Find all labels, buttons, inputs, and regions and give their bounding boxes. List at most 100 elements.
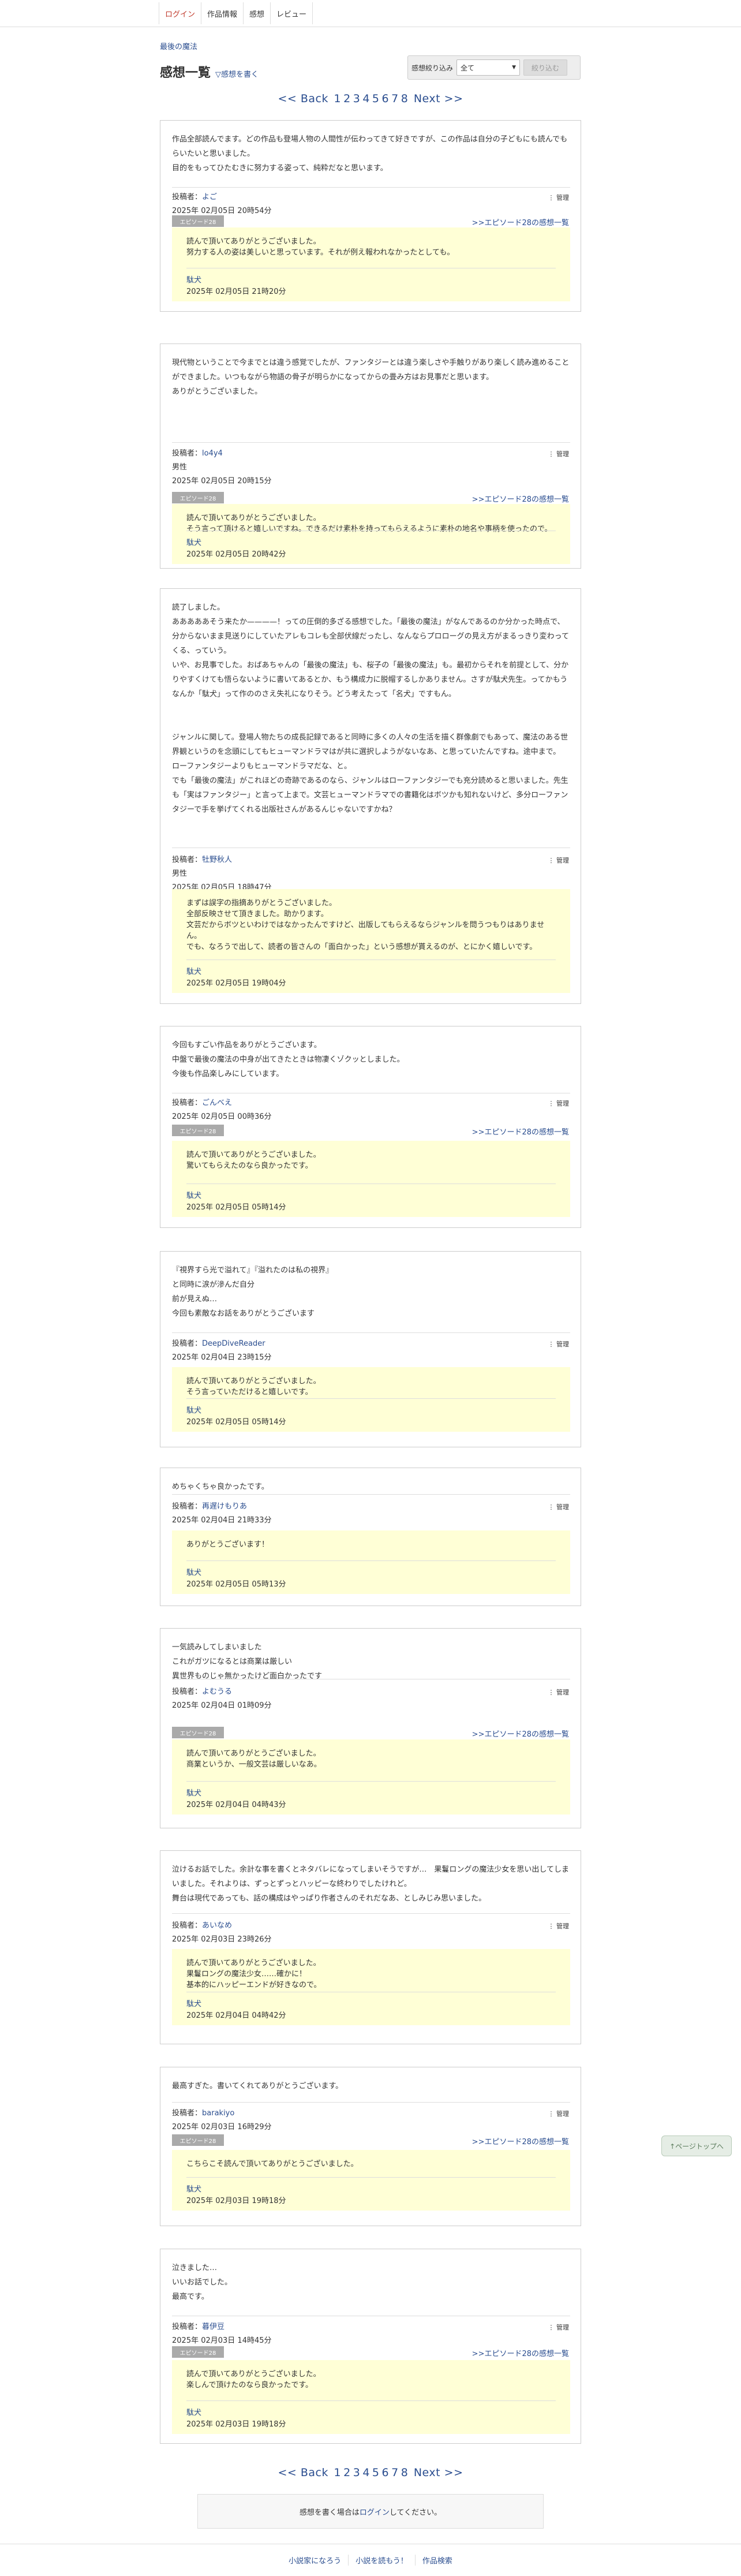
write-impression-link[interactable]: ▽感想を書く [215,68,259,79]
replier-link[interactable]: 駄犬 [186,1189,201,1200]
pager-page-2[interactable]: 2 [343,92,351,105]
nav-reviews[interactable]: レビュー [270,2,313,24]
author-link[interactable]: barakiyo [202,2109,234,2118]
menu-dots-icon: ⋮ [548,1100,555,1107]
author-link[interactable]: DeepDiveReader [202,1339,265,1348]
pager-page-4[interactable]: 4 [362,92,370,105]
author-link[interactable]: ごんべえ [202,1099,232,1107]
pager-next[interactable]: Next >> [414,92,463,105]
author-link[interactable]: よご [202,193,217,201]
manage-link[interactable]: ⋮ 管理 [548,193,570,202]
author-reply: ありがとうございます！ 駄犬 2025年 02月05日 05時13分 [172,1530,570,1594]
impression-card: 『視界すら光で溢れて』『溢れたのは私の視界』 と同時に涙が滲んだ自分 前が見えぬ… [160,1251,581,1447]
author-reply: まずは誤字の指摘ありがとうございました。 全部反映させて頂きました。助かります。… [172,889,570,993]
page-top-button[interactable]: ↑ページトップへ [661,2136,732,2156]
impression-body: 作品全部読んでます。どの作品も登場人物の人間性が伝わってきて好きですが、この作品… [172,135,568,173]
replier-link[interactable]: 駄犬 [186,536,201,547]
impression-card: 泣けるお話でした。余計な事を書くとネタバレになってしまいそうですが… 果鬘ロング… [160,1850,581,2044]
replier-link[interactable]: 駄犬 [186,1998,201,2008]
reply-divider [186,1781,556,1782]
author-link[interactable]: lo4y4 [202,449,223,458]
filter-select[interactable]: 全て ▼ [456,59,521,76]
login-prompt: 感想を書く場合は ログイン してください。 [197,2494,544,2529]
pager-back[interactable]: << Back [278,92,328,105]
impression-body: 現代物ということで今までとは違う感覚でしたが、ファンタジーとは違う楽しさや手触り… [172,359,570,396]
manage-link[interactable]: ⋮ 管理 [548,449,570,458]
pager-page-2[interactable]: 2 [343,2466,351,2479]
replier-link[interactable]: 駄犬 [186,965,201,976]
impression-date: 2025年 02月04日 01時09分 [172,1701,272,1710]
author-reply: こちらこそ読んで頂いてありがとうございました。 駄犬 2025年 02月03日 … [172,2150,570,2211]
replier-link[interactable]: 駄犬 [186,2183,201,2194]
manage-link[interactable]: ⋮ 管理 [548,1339,570,1349]
replier-link[interactable]: 駄犬 [186,2406,201,2417]
author-gender: 男性 [172,463,188,472]
episode-impressions-link[interactable]: >>エピソード28の感想一覧 [472,493,569,504]
author-link[interactable]: 暮伊豆 [202,2323,224,2331]
footer-link-search[interactable]: 作品検索 [414,2555,459,2566]
pager-page-3[interactable]: 3 [353,92,361,105]
manage-link[interactable]: ⋮ 管理 [548,2323,570,2332]
episode-badge: エピソード28 [172,215,224,227]
pager-page-1[interactable]: 1 [334,92,342,105]
manage-link[interactable]: ⋮ 管理 [548,2109,570,2118]
impression-card: めちゃくちゃ良かったです。 投稿者：再遅けもりあ 2025年 02月04日 21… [160,1468,581,1606]
author-link[interactable]: 再遅けもりあ [202,1502,247,1511]
author-gender: 男性 [172,869,188,878]
pager-page-5[interactable]: 5 [372,92,380,105]
episode-impressions-link[interactable]: >>エピソード28の感想一覧 [472,1126,569,1137]
pager-page-1[interactable]: 1 [334,2466,342,2479]
reply-text: ありがとうございます！ [186,1540,270,1549]
footer-link-yomou[interactable]: 小説を読もう！ [348,2555,415,2566]
manage-link[interactable]: ⋮ 管理 [548,1099,570,1108]
filter-button[interactable]: 絞り込む [523,59,568,76]
reply-date: 2025年 02月05日 19時04分 [186,979,286,988]
impression-meta: 投稿者：再遅けもりあ 2025年 02月04日 21時33分 [172,1500,272,1528]
replier-link[interactable]: 駄犬 [186,1787,201,1798]
breadcrumb-work-title[interactable]: 最後の魔法 [160,40,197,51]
episode-impressions-link[interactable]: >>エピソード28の感想一覧 [472,2136,569,2146]
pager-page-8[interactable]: 8 [401,92,409,105]
manage-link[interactable]: ⋮ 管理 [548,1688,570,1697]
manage-link[interactable]: ⋮ 管理 [548,1502,570,1511]
reply-date: 2025年 02月05日 05時14分 [186,1418,286,1427]
menu-dots-icon: ⋮ [548,450,555,458]
pager-page-4[interactable]: 4 [362,2466,370,2479]
pager-page-7[interactable]: 7 [391,92,399,105]
replier-link[interactable]: 駄犬 [186,274,201,285]
login-prompt-link[interactable]: ログイン [360,2506,390,2517]
pager-back[interactable]: << Back [278,2466,328,2479]
filter-select-value: 全て [461,64,475,72]
filter-label: 感想絞り込み [411,64,454,72]
episode-impressions-link[interactable]: >>エピソード28の感想一覧 [472,2347,569,2358]
episode-impressions-link[interactable]: >>エピソード28の感想一覧 [472,1728,569,1739]
footer: 小説家になろう 小説を読もう！ 作品検索 [0,2544,741,2576]
episode-badge: エピソード28 [172,2134,224,2146]
pager-page-6[interactable]: 6 [382,92,390,105]
manage-link[interactable]: ⋮ 管理 [548,1921,570,1931]
nav-work-info[interactable]: 作品情報 [201,2,243,24]
author-link[interactable]: よむうる [202,1688,232,1696]
footer-link-syosetu[interactable]: 小説家になろう [282,2555,348,2566]
card-divider [172,1913,570,1914]
pager-page-3[interactable]: 3 [353,2466,361,2479]
pager-page-5[interactable]: 5 [372,2466,380,2479]
author-reply: 読んで頂いてありがとうございました。 そう言って頂けると嬉しいですね。できるだけ… [172,504,570,564]
episode-badge: エピソード28 [172,492,224,503]
manage-link[interactable]: ⋮ 管理 [548,856,570,865]
card-divider [172,187,570,188]
pager-next[interactable]: Next >> [414,2466,463,2479]
author-link[interactable]: あいなめ [202,1921,232,1930]
impression-meta: 投稿者：よむうる 2025年 02月04日 01時09分 [172,1685,272,1713]
author-link[interactable]: 牡野秋人 [202,856,232,864]
nav-login[interactable]: ログイン [159,2,201,24]
nav-impressions[interactable]: 感想 [243,2,270,24]
pager-page-7[interactable]: 7 [391,2466,399,2479]
replier-link[interactable]: 駄犬 [186,1566,201,1577]
episode-impressions-link[interactable]: >>エピソード28の感想一覧 [472,216,569,227]
pager-page-6[interactable]: 6 [382,2466,390,2479]
page-header: 感想一覧 ▽感想を書く [160,62,259,81]
login-prompt-after: してください。 [389,2508,442,2517]
pager-page-8[interactable]: 8 [401,2466,409,2479]
replier-link[interactable]: 駄犬 [186,1404,201,1415]
